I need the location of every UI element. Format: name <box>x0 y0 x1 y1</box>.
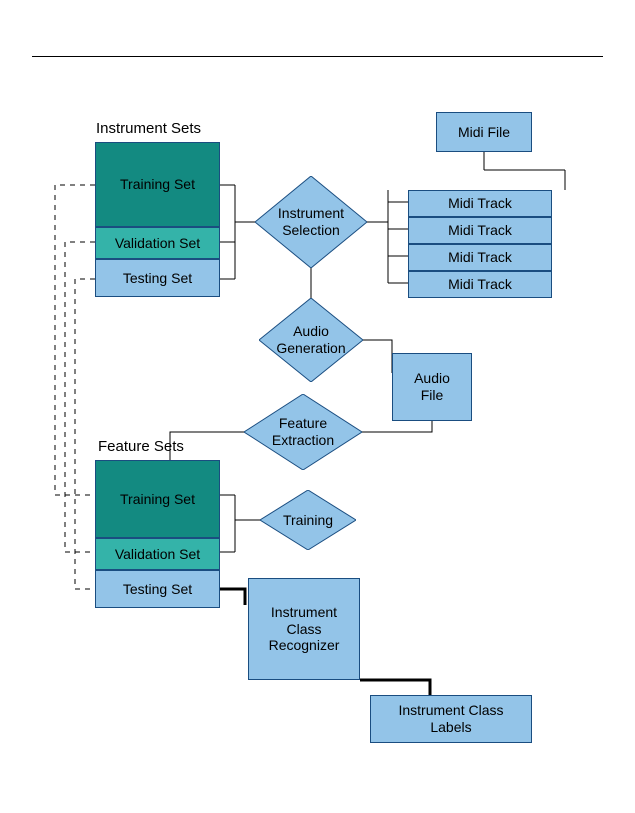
instrument-sets-label: Instrument Sets <box>96 120 201 137</box>
text: Testing Set <box>123 270 192 287</box>
midi-track-4: Midi Track <box>408 271 552 298</box>
text: Midi File <box>458 124 510 141</box>
instrument-class-labels: Instrument Class Labels <box>370 695 532 743</box>
instrument-selection-diamond: Instrument Selection <box>255 176 367 268</box>
text: Midi Track <box>448 276 512 293</box>
training-diamond: Training <box>260 490 356 550</box>
text: Testing Set <box>123 581 192 598</box>
instrument-testing-set: Testing Set <box>95 259 220 297</box>
instrument-validation-set: Validation Set <box>95 227 220 259</box>
feature-sets-label: Feature Sets <box>98 438 184 455</box>
text: Midi Track <box>448 195 512 212</box>
audio-file: Audio File <box>392 353 472 421</box>
text: Training Set <box>120 176 195 193</box>
text: Validation Set <box>115 546 200 563</box>
instrument-training-set: Training Set <box>95 142 220 227</box>
feature-testing-set: Testing Set <box>95 570 220 608</box>
text: Midi Track <box>448 249 512 266</box>
text: Instrument Class Recognizer <box>269 604 340 654</box>
feature-validation-set: Validation Set <box>95 538 220 570</box>
text: Midi Track <box>448 222 512 239</box>
feature-training-set: Training Set <box>95 460 220 538</box>
feature-extraction-diamond: Feature Extraction <box>244 394 362 470</box>
text: Audio File <box>414 370 450 404</box>
text: Training Set <box>120 491 195 508</box>
midi-track-1: Midi Track <box>408 190 552 217</box>
midi-file: Midi File <box>436 112 532 152</box>
top-rule <box>32 56 603 57</box>
midi-track-2: Midi Track <box>408 217 552 244</box>
audio-generation-diamond: Audio Generation <box>259 298 363 382</box>
text: Instrument Class Labels <box>398 702 503 736</box>
midi-track-3: Midi Track <box>408 244 552 271</box>
text: Validation Set <box>115 235 200 252</box>
instrument-class-recognizer: Instrument Class Recognizer <box>248 578 360 680</box>
